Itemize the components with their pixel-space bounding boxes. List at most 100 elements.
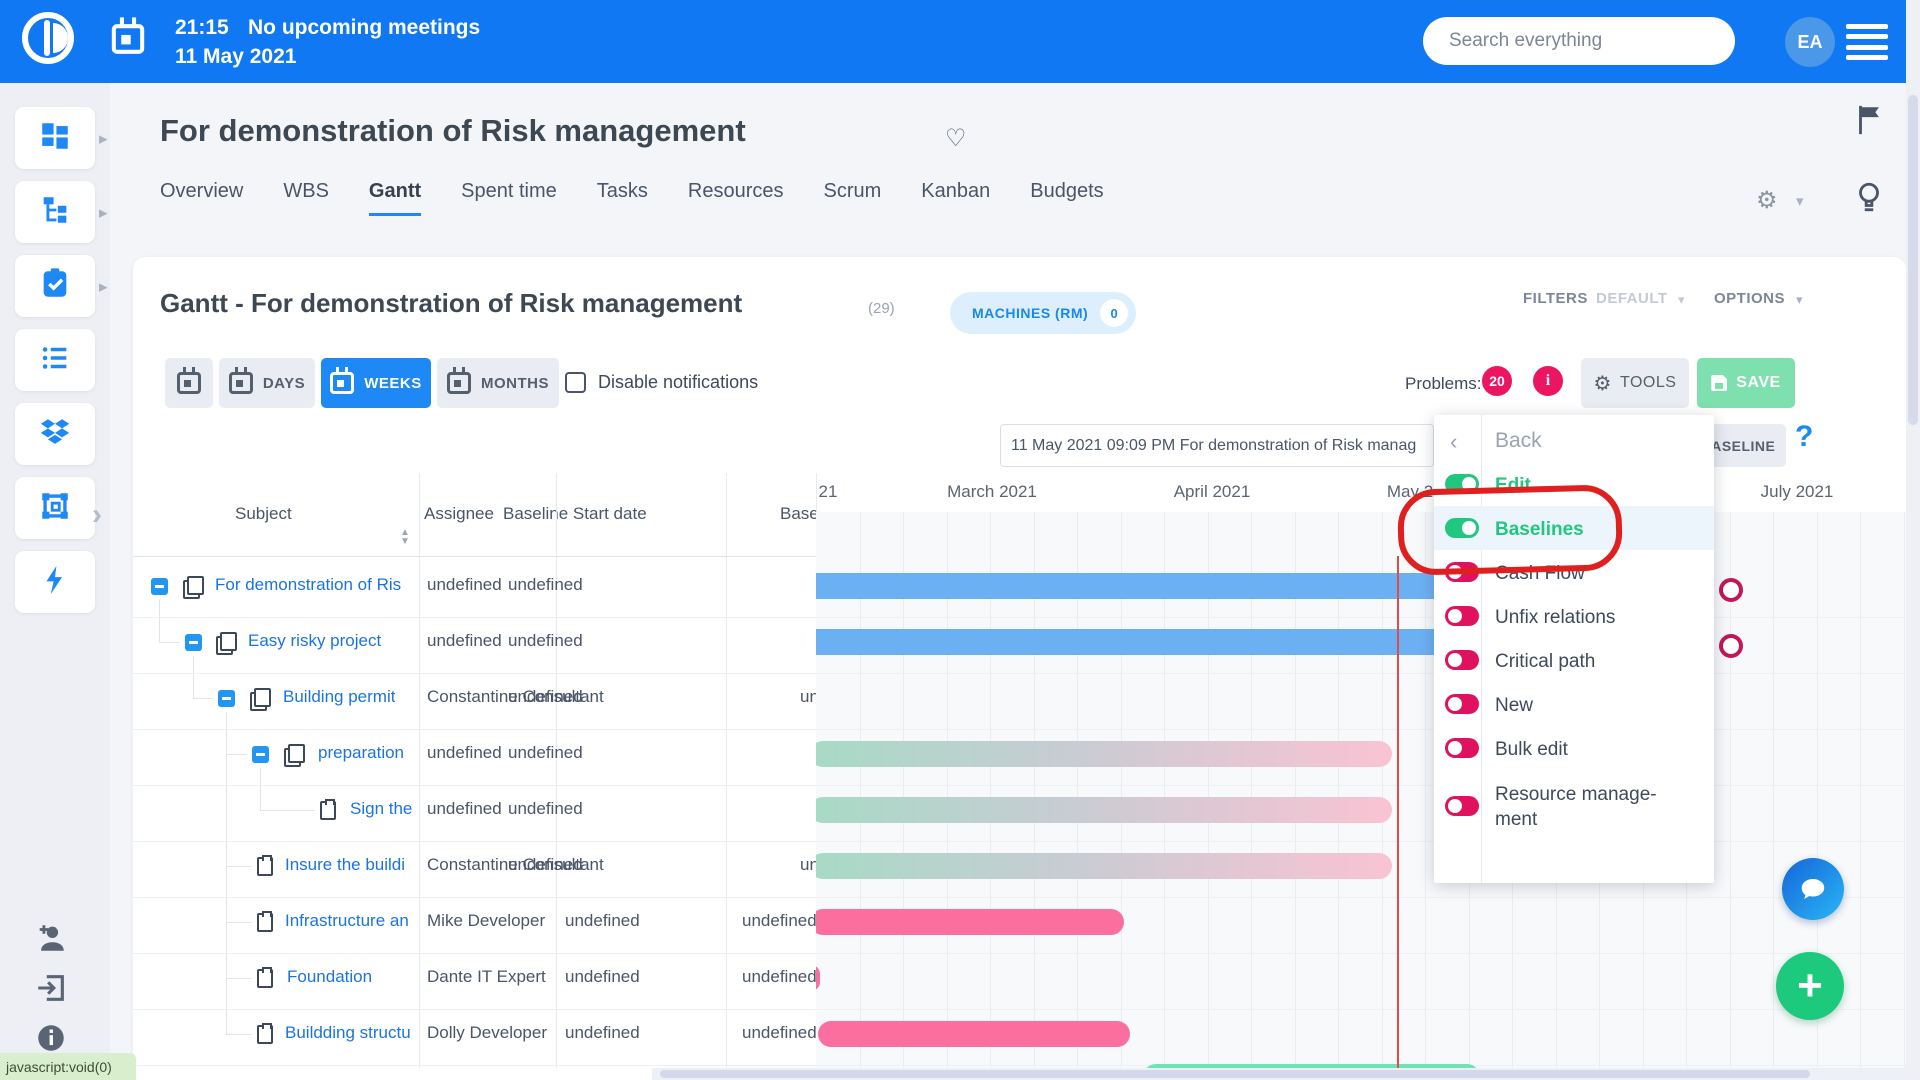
lightbulb-icon[interactable] <box>1852 180 1886 219</box>
week-gridline <box>1773 512 1774 1068</box>
toggle-off[interactable] <box>1445 606 1479 626</box>
add-user-icon[interactable] <box>34 921 68 955</box>
chevron-right-icon[interactable]: ▸ <box>99 129 108 149</box>
filters-label[interactable]: FILTERS <box>1523 290 1588 307</box>
tab-resources[interactable]: Resources <box>688 180 784 216</box>
tab-gantt[interactable]: Gantt <box>369 180 421 216</box>
toggle-off[interactable] <box>1445 694 1479 714</box>
row-separator <box>133 673 816 674</box>
gantt-bar-row-8[interactable] <box>816 965 820 991</box>
subject-link[interactable]: Foundation <box>287 967 372 987</box>
gantt-bar-row-6[interactable] <box>816 853 1392 879</box>
sidebar-item-frame[interactable] <box>15 477 95 539</box>
tab-wbs[interactable]: WBS <box>283 180 329 216</box>
collapse-minus-icon[interactable] <box>218 690 235 707</box>
row-separator <box>133 617 816 618</box>
task-icon <box>257 1025 273 1044</box>
sort-arrows-icon[interactable]: ▲▼ <box>400 528 410 546</box>
help-question-icon[interactable]: ? <box>1795 420 1813 454</box>
tab-kanban[interactable]: Kanban <box>921 180 990 216</box>
flag-icon[interactable] <box>1852 103 1886 142</box>
sidebar-item-list[interactable] <box>15 329 95 391</box>
subject-link[interactable]: Building permit <box>283 687 395 707</box>
column-header-baseline-end[interactable]: Base <box>780 504 819 524</box>
menu-item-critical-path[interactable]: Critical path <box>1434 638 1714 682</box>
gantt-bar-row-9[interactable] <box>818 1021 1130 1047</box>
tab-budgets[interactable]: Budgets <box>1030 180 1103 216</box>
settings-caret-icon[interactable]: ▾ <box>1796 192 1804 210</box>
column-header-assignee[interactable]: Assignee <box>424 504 494 524</box>
options-caret-icon[interactable]: ▾ <box>1796 292 1803 308</box>
subject-link[interactable]: preparation <box>318 743 404 763</box>
app-logo-icon[interactable] <box>22 12 74 64</box>
tab-tasks[interactable]: Tasks <box>597 180 648 216</box>
problem-ring-icon[interactable] <box>1719 634 1743 658</box>
info-icon[interactable]: i <box>1533 366 1563 396</box>
chat-fab-button[interactable] <box>1782 858 1844 920</box>
toggle-off[interactable] <box>1445 738 1479 758</box>
gantt-bar-row-5[interactable] <box>816 797 1392 823</box>
hamburger-menu-icon[interactable] <box>1846 24 1888 60</box>
disable-notifications-checkbox[interactable] <box>565 372 586 393</box>
menu-item-bulk-edit[interactable]: Bulk edit <box>1434 726 1714 770</box>
toggle-off[interactable] <box>1445 650 1479 670</box>
save-button[interactable]: SAVE <box>1697 358 1795 408</box>
filters-caret-icon[interactable]: ▾ <box>1678 292 1685 308</box>
add-fab-button[interactable]: + <box>1776 952 1844 1020</box>
favorite-heart-icon[interactable]: ♡ <box>945 124 967 153</box>
tab-scrum[interactable]: Scrum <box>823 180 881 216</box>
tab-spent-time[interactable]: Spent time <box>461 180 557 216</box>
options-label[interactable]: OPTIONS <box>1714 290 1785 307</box>
subject-link[interactable]: Buildding structu <box>285 1023 411 1043</box>
problem-ring-icon[interactable] <box>1719 578 1743 602</box>
sidebar-item-dashboard-grid[interactable] <box>15 107 95 169</box>
filters-value[interactable]: DEFAULT <box>1596 290 1668 307</box>
menu-item-new[interactable]: New <box>1434 682 1714 726</box>
avatar[interactable]: EA <box>1785 17 1835 67</box>
tab-overview[interactable]: Overview <box>160 180 243 216</box>
sidebar-item-bolt[interactable] <box>15 551 95 613</box>
collapse-minus-icon[interactable] <box>252 746 269 763</box>
subject-link[interactable]: For demonstration of Ris <box>215 575 401 595</box>
sidebar-expand-chevron-icon[interactable]: › <box>92 498 102 532</box>
collapse-minus-icon[interactable] <box>185 634 202 651</box>
subject-link[interactable]: Infrastructure an <box>285 911 409 931</box>
menu-item-back[interactable]: Back <box>1495 429 1542 453</box>
chevron-right-icon[interactable]: ▸ <box>99 277 108 297</box>
row-separator <box>816 841 1906 842</box>
meetings-status[interactable]: No upcoming meetings <box>248 16 480 40</box>
collapse-minus-icon[interactable] <box>151 578 168 595</box>
calendar-icon[interactable] <box>112 24 144 54</box>
vertical-scrollbar[interactable] <box>1906 0 1920 1080</box>
column-header-baseline-start[interactable]: Baseline Start date <box>503 504 647 524</box>
subject-link[interactable]: Insure the buildi <box>285 855 405 875</box>
chevron-right-icon[interactable]: ▸ <box>99 203 108 223</box>
toggle-off[interactable] <box>1445 796 1479 816</box>
menu-item-unfix-relations[interactable]: Unfix relations <box>1434 594 1714 638</box>
floppy-icon <box>1711 375 1727 391</box>
settings-gear-icon[interactable]: ⚙ <box>1756 186 1778 215</box>
scale-weeks-button[interactable]: WEEKS <box>321 358 431 408</box>
problems-count-badge[interactable]: 20 <box>1482 366 1512 396</box>
tools-button[interactable]: ⚙TOOLS <box>1581 358 1689 408</box>
sidebar-item-project-tree[interactable] <box>15 181 95 243</box>
scale-days-button[interactable]: DAYS <box>219 358 315 408</box>
sidebar-item-dropbox[interactable] <box>15 403 95 465</box>
horizontal-scrollbar[interactable] <box>652 1068 1906 1080</box>
back-chevron-icon[interactable]: ‹ <box>1450 429 1457 455</box>
column-header-subject[interactable]: Subject <box>235 504 292 524</box>
search-input[interactable] <box>1423 17 1735 65</box>
info-icon[interactable] <box>34 1021 68 1055</box>
subject-link[interactable]: Sign the <box>350 799 412 819</box>
menu-item-resource-manage-ment[interactable]: Resource manage-ment <box>1434 770 1714 842</box>
exit-icon[interactable] <box>34 971 68 1005</box>
baseline-select[interactable]: 11 May 2021 09:09 PM For demonstration o… <box>1000 424 1434 467</box>
subject-link[interactable]: Easy risky project <box>248 631 381 651</box>
gantt-chart-area[interactable] <box>816 512 1906 1068</box>
calendar-range-button[interactable] <box>165 358 213 408</box>
gantt-bar-row-4[interactable] <box>816 741 1392 767</box>
scale-months-button[interactable]: MONTHS <box>437 358 559 408</box>
sidebar-item-task-clipboard[interactable] <box>15 255 95 317</box>
gantt-bar-row-7[interactable] <box>816 909 1124 935</box>
machines-badge[interactable]: MACHINES (RM) 0 <box>950 292 1136 334</box>
